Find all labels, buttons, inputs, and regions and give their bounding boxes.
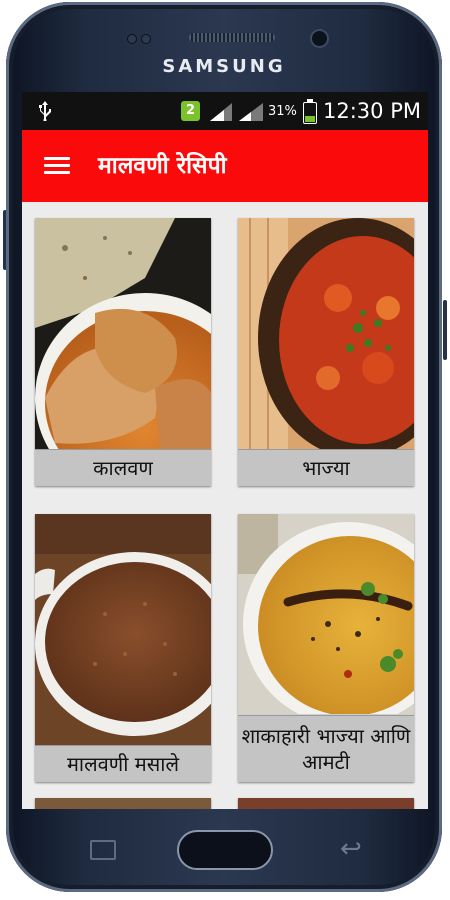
status-bar: 2 31% 12:30 PM	[22, 92, 428, 130]
category-card-partial[interactable]	[238, 798, 414, 809]
signal-icon-2	[239, 103, 263, 121]
sim-badge: 2	[181, 101, 200, 121]
category-card-bhajya[interactable]: भाज्या	[238, 218, 414, 486]
masala-spice-image	[35, 514, 211, 746]
curry-dish-image	[35, 218, 211, 450]
earpiece-speaker	[189, 33, 275, 42]
hamburger-menu-icon[interactable]	[44, 153, 70, 179]
category-label: शाकाहारी भाज्या आणि आमटी	[238, 715, 414, 782]
brand-logo: SAMSUNG	[162, 56, 286, 77]
battery-icon	[303, 99, 317, 124]
category-card-partial[interactable]	[35, 798, 211, 809]
dal-dish-image	[238, 514, 414, 714]
app-title: मालवणी रेसिपी	[98, 153, 227, 179]
category-label: कालवण	[35, 449, 211, 486]
app-bar: मालवणी रेसिपी	[22, 130, 428, 202]
home-button[interactable]	[177, 830, 273, 870]
front-camera	[312, 31, 327, 46]
recent-apps-icon[interactable]	[90, 840, 116, 860]
category-label: मालवणी मसाले	[35, 745, 211, 782]
category-grid: कालवण भाज्या मालवणी मसाले शाकाहारी भाज्य…	[22, 202, 428, 809]
battery-level	[305, 116, 315, 122]
category-card-malvani-masale[interactable]: मालवणी मसाले	[35, 514, 211, 782]
category-label: भाज्या	[238, 449, 414, 486]
clock: 12:30 PM	[323, 99, 421, 123]
back-icon[interactable]: ↩	[340, 834, 362, 864]
power-button[interactable]	[443, 300, 447, 360]
vegetable-dish-image	[238, 218, 414, 450]
usb-icon	[38, 101, 52, 126]
signal-icon-1	[210, 103, 232, 121]
category-card-shakahari-bhajya-aamti[interactable]: शाकाहारी भाज्या आणि आमटी	[238, 514, 414, 782]
category-card-kalvan[interactable]: कालवण	[35, 218, 211, 486]
screen: 2 31% 12:30 PM मालवणी रेसिपी कालवण भाज्य…	[22, 92, 428, 809]
proximity-sensor	[128, 35, 136, 43]
light-sensor	[142, 35, 150, 43]
battery-percent: 31%	[268, 104, 297, 119]
